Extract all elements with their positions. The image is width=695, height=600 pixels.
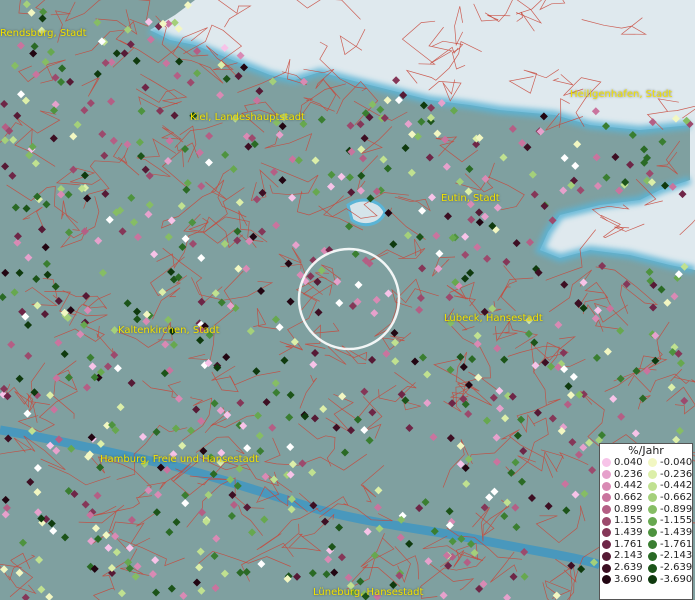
legend-positive-value: 3.690 — [614, 573, 643, 585]
legend-negative-value: -0.236 — [660, 468, 693, 480]
city-label-kaltenkirchen: Kaltenkirchen, Stadt — [118, 325, 220, 336]
legend-negative-value: -0.442 — [660, 480, 693, 492]
city-label-luebeck: Lübeck, Hansestadt — [444, 313, 543, 324]
legend-positive-value: 0.236 — [614, 468, 643, 480]
legend-positive-row: 0.662 — [600, 492, 646, 504]
legend-negative-row: -0.236 — [646, 469, 692, 481]
legend-positive-row: 1.439 — [600, 527, 646, 539]
legend-positive-value: 0.899 — [614, 503, 643, 515]
legend-negative-swatch — [648, 458, 657, 468]
legend-positive-row: 0.442 — [600, 480, 646, 492]
legend-positive-value: 1.155 — [614, 515, 643, 527]
legend-negative-row: -0.899 — [646, 504, 692, 516]
legend-positive-row: 0.040 — [600, 457, 646, 469]
legend-negative-row: -2.639 — [646, 562, 692, 574]
legend-negative-row: -1.155 — [646, 515, 692, 527]
legend-negative-swatch — [648, 481, 657, 491]
legend-negative-value: -1.439 — [660, 526, 693, 538]
legend-positive-value: 2.143 — [614, 550, 643, 562]
city-label-kiel: Kiel, Landeshauptstadt — [190, 112, 305, 123]
legend-positive-row: 1.155 — [600, 515, 646, 527]
legend-negative-row: -0.662 — [646, 492, 692, 504]
city-label-rendsburg: Rendsburg, Stadt — [0, 28, 87, 39]
legend: %/Jahr 0.040 0.236 0.442 0.662 0.899 1.155 1.4… — [599, 443, 693, 600]
legend-positive-row: 1.761 — [600, 539, 646, 551]
legend-negative-swatch — [648, 505, 657, 515]
legend-negative-value: -3.690 — [660, 573, 693, 585]
legend-positive-value: 1.439 — [614, 526, 643, 538]
legend-negative-row: -0.040 — [646, 457, 692, 469]
legend-positive-row: 2.143 — [600, 551, 646, 563]
city-label-lueneburg: Lüneburg, Hansestadt — [313, 587, 424, 598]
legend-positive-value: 0.662 — [614, 491, 643, 503]
legend-negative-swatch — [648, 528, 657, 538]
legend-negative-row: -1.439 — [646, 527, 692, 539]
legend-negative-swatch — [648, 575, 657, 585]
legend-positive-value: 1.761 — [614, 538, 643, 550]
legend-negative-swatch — [648, 563, 657, 573]
legend-negative-value: -0.662 — [660, 491, 693, 503]
legend-negative-row: -2.143 — [646, 551, 692, 563]
legend-positive-value: 0.040 — [614, 456, 643, 468]
legend-negative-value: -2.639 — [660, 562, 693, 574]
legend-negative-value: -0.899 — [660, 503, 693, 515]
city-label-heiligenhafen: Heiligenhafen, Stadt — [570, 89, 673, 100]
legend-negative-swatch — [648, 551, 657, 561]
legend-positive-swatch — [602, 493, 611, 503]
legend-negative-row: -0.442 — [646, 480, 692, 492]
legend-positive-swatch — [602, 470, 611, 480]
lake — [346, 198, 387, 227]
legend-negative-value: -1.155 — [660, 515, 693, 527]
legend-negative-value: -0.040 — [660, 456, 693, 468]
legend-negative-row: -1.761 — [646, 539, 692, 551]
legend-positive-swatch — [602, 481, 611, 491]
city-label-hamburg: Hamburg, Freie und Hansestadt — [100, 454, 259, 465]
legend-positive-value: 2.639 — [614, 562, 643, 574]
legend-positive-row: 2.639 — [600, 562, 646, 574]
legend-positive-row: 0.899 — [600, 504, 646, 516]
legend-positive-value: 0.442 — [614, 480, 643, 492]
legend-positive-swatch — [602, 516, 611, 526]
legend-positive-swatch — [602, 551, 611, 561]
legend-positive-row: 0.236 — [600, 469, 646, 481]
legend-negative-swatch — [648, 493, 657, 503]
legend-negative-swatch — [648, 470, 657, 480]
legend-positive-swatch — [602, 575, 611, 585]
legend-negative-value: -1.761 — [660, 538, 693, 550]
city-label-eutin: Eutin, Stadt — [441, 193, 500, 204]
legend-positive-swatch — [602, 458, 611, 468]
legend-positive-column: 0.040 0.236 0.442 0.662 0.899 1.155 1.439 1.761… — [600, 457, 646, 586]
legend-negative-column: -0.040 -0.236 -0.442 -0.662 -0.899 -1.155 -1.4… — [646, 457, 692, 586]
legend-negative-swatch — [648, 540, 657, 550]
legend-positive-swatch — [602, 505, 611, 515]
legend-positive-row: 3.690 — [600, 574, 646, 586]
legend-negative-value: -2.143 — [660, 550, 693, 562]
legend-positive-swatch — [602, 528, 611, 538]
legend-positive-swatch — [602, 563, 611, 573]
legend-negative-row: -3.690 — [646, 574, 692, 586]
legend-positive-swatch — [602, 540, 611, 550]
legend-negative-swatch — [648, 516, 657, 526]
legend-title: %/Jahr — [628, 444, 664, 457]
